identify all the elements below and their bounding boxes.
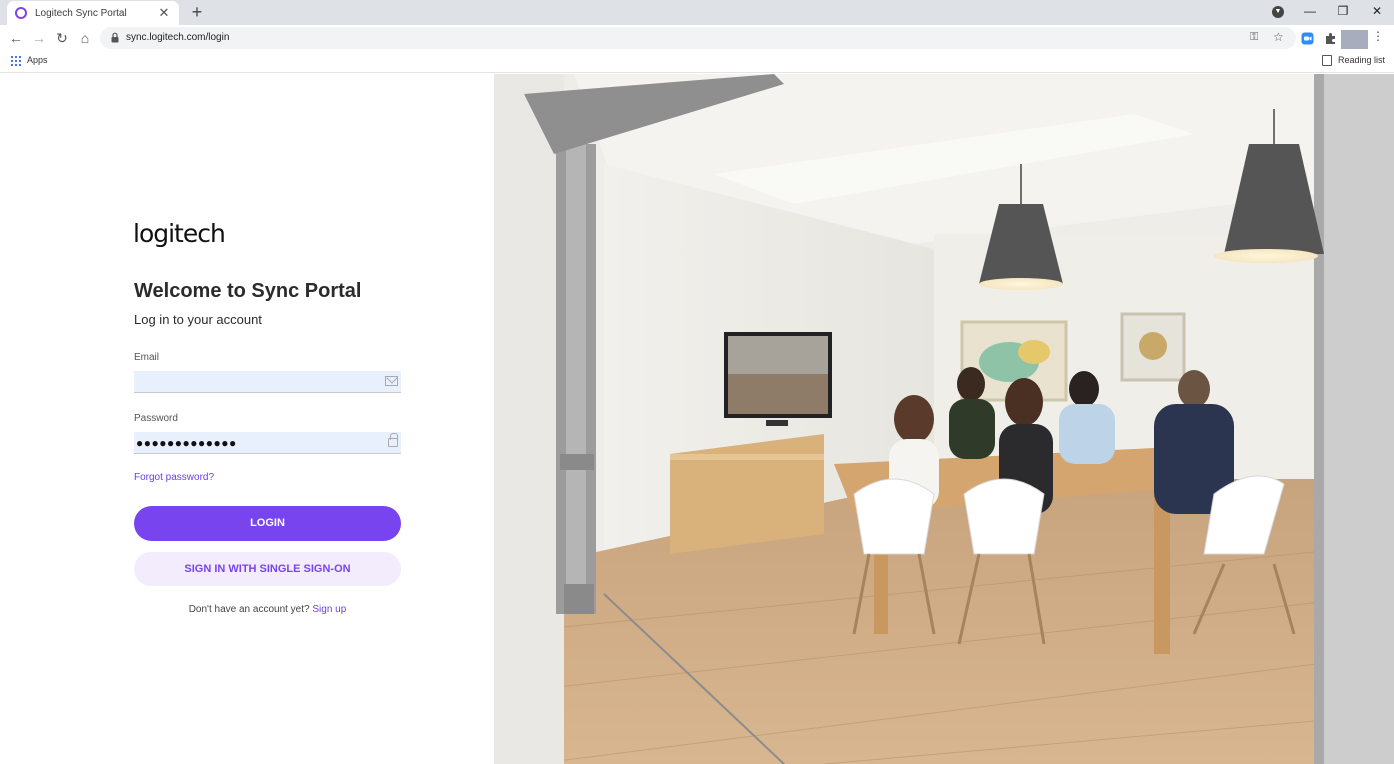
address-bar[interactable]: sync.logitech.com/login ⚿ ☆ xyxy=(100,27,1296,49)
sso-sign-in-button[interactable]: SIGN IN WITH SINGLE SIGN-ON xyxy=(134,552,401,586)
bookmark-star-icon[interactable]: ☆ xyxy=(1273,30,1284,44)
browser-toolbar: ← → ↻ ⌂ sync.logitech.com/login ⚿ ☆ ⋮ xyxy=(0,25,1394,51)
email-label: Email xyxy=(134,352,160,363)
lock-icon xyxy=(111,32,119,43)
password-key-icon[interactable]: ⚿ xyxy=(1250,31,1258,44)
zoom-extension-icon[interactable] xyxy=(1301,32,1314,45)
apps-bookmark[interactable]: Apps xyxy=(27,55,48,65)
logitech-favicon-icon xyxy=(15,7,27,19)
signup-prompt-text: Don't have an account yet? xyxy=(188,604,310,615)
forgot-password-link[interactable]: Forgot password? xyxy=(134,472,214,483)
reading-list-button[interactable]: Reading list xyxy=(1338,55,1385,65)
back-arrow-icon[interactable]: ← xyxy=(6,28,26,48)
conference-room-illustration xyxy=(494,74,1394,764)
logitech-logo: logitech xyxy=(133,219,226,248)
sign-up-link[interactable]: Sign up xyxy=(312,604,346,615)
restore-window-icon[interactable]: ❐ xyxy=(1328,0,1358,22)
mail-icon xyxy=(385,376,398,386)
browser-tab[interactable]: Logitech Sync Portal ✕ xyxy=(7,1,179,25)
new-tab-button[interactable]: + xyxy=(188,2,206,22)
hero-conference-room-image xyxy=(494,74,1394,764)
url-text: sync.logitech.com/login xyxy=(126,32,230,43)
reading-list-icon[interactable] xyxy=(1322,55,1332,66)
profile-avatar[interactable] xyxy=(1341,30,1368,49)
apps-grid-icon[interactable] xyxy=(11,56,21,66)
signup-prompt: Don't have an account yet? Sign up xyxy=(134,604,401,615)
password-label: Password xyxy=(134,413,178,424)
close-window-icon[interactable]: ✕ xyxy=(1362,0,1392,22)
password-field[interactable]: ●●●●●●●●●●●●● xyxy=(134,432,401,454)
email-field[interactable] xyxy=(134,371,401,393)
home-icon[interactable]: ⌂ xyxy=(75,28,95,48)
login-page: logitech Welcome to Sync Portal Log in t… xyxy=(0,74,1394,764)
page-subtitle: Log in to your account xyxy=(134,312,262,327)
tab-title: Logitech Sync Portal xyxy=(35,7,127,19)
login-panel: logitech Welcome to Sync Portal Log in t… xyxy=(0,74,494,764)
browser-tab-strip: Logitech Sync Portal ✕ + ▼ — ❐ ✕ xyxy=(0,0,1394,25)
reload-icon[interactable]: ↻ xyxy=(52,28,72,48)
minimize-window-icon[interactable]: — xyxy=(1295,0,1325,22)
login-button[interactable]: LOGIN xyxy=(134,506,401,541)
close-tab-icon[interactable]: ✕ xyxy=(157,5,171,21)
browser-menu-icon[interactable]: ⋮ xyxy=(1372,29,1384,43)
extensions-puzzle-icon[interactable] xyxy=(1324,32,1337,45)
tab-search-icon[interactable]: ▼ xyxy=(1272,6,1284,18)
forward-arrow-icon[interactable]: → xyxy=(29,28,49,48)
padlock-icon xyxy=(388,433,398,447)
page-title: Welcome to Sync Portal xyxy=(134,280,362,302)
bookmarks-bar: Apps Reading list xyxy=(0,51,1394,73)
password-value: ●●●●●●●●●●●●● xyxy=(136,436,237,450)
